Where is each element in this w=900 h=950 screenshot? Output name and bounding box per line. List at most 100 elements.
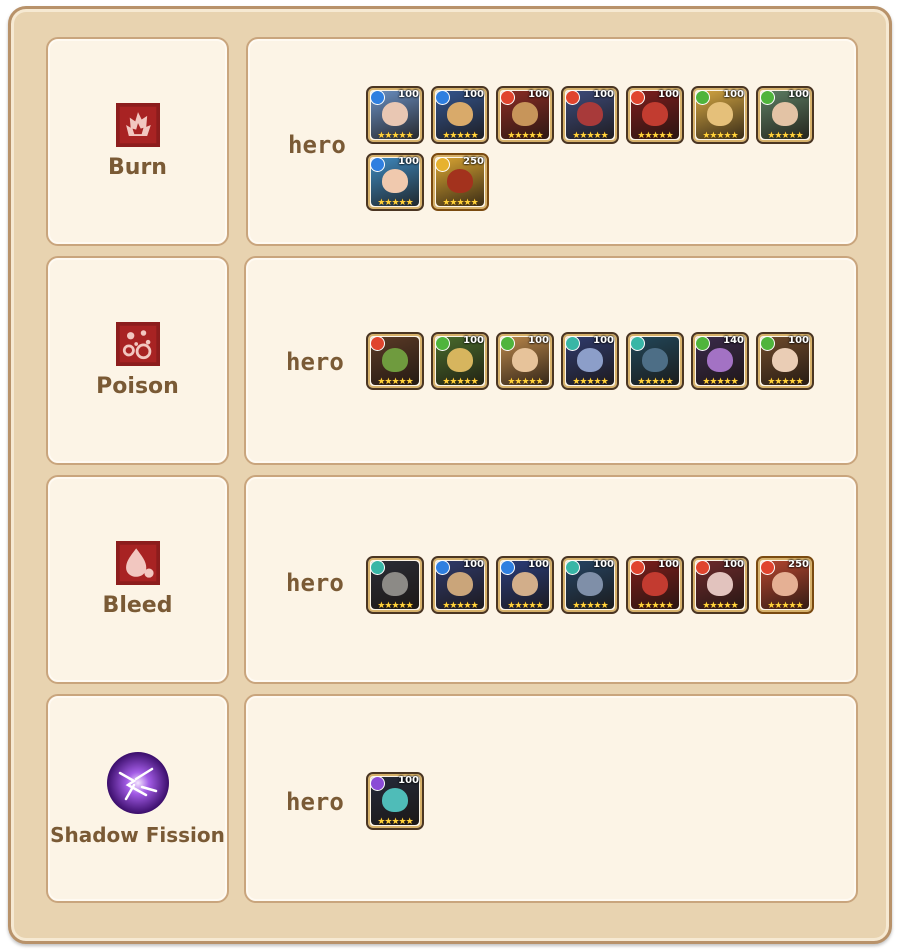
fire-element-icon — [370, 336, 385, 351]
hero-face — [382, 788, 408, 812]
hero-face — [772, 348, 798, 372]
fire-element-icon — [565, 90, 580, 105]
nature-element-icon — [695, 336, 710, 351]
hero-title: hero — [286, 348, 344, 376]
hero-icon[interactable]: 100 ★★★★★ — [366, 772, 424, 830]
status-cell-burn: Burn — [46, 37, 229, 246]
hero-face — [642, 102, 668, 126]
shadow-fission-icon — [106, 751, 169, 814]
star-rating: ★★★★★ — [702, 377, 738, 387]
hero-icon[interactable]: 100 ★★★★★ — [431, 332, 489, 390]
hero-icon[interactable]: 100 ★★★★★ — [626, 556, 684, 614]
hero-icon[interactable]: 100 ★★★★★ — [431, 556, 489, 614]
hero-level: 140 — [723, 335, 744, 346]
hero-cell-poison: hero ★★★★★ 100 ★★★★★ 100 ★★★★★ 100 ★★★★★ ★★★★★ 1… — [244, 256, 858, 465]
hero-level: 100 — [593, 335, 614, 346]
hero-icon[interactable]: 100 ★★★★★ — [496, 332, 554, 390]
star-rating: ★★★★★ — [702, 601, 738, 611]
star-rating: ★★★★★ — [377, 377, 413, 387]
star-rating: ★★★★★ — [377, 601, 413, 611]
star-rating: ★★★★★ — [442, 377, 478, 387]
hero-face — [577, 102, 603, 126]
hero-icon[interactable]: ★★★★★ — [366, 556, 424, 614]
hero-level: 100 — [528, 89, 549, 100]
hero-icon[interactable]: 100 ★★★★★ — [366, 153, 424, 211]
star-rating: ★★★★★ — [507, 601, 543, 611]
hero-icon[interactable]: 100 ★★★★★ — [366, 86, 424, 144]
hero-title: hero — [288, 131, 346, 159]
hero-level: 100 — [723, 89, 744, 100]
water-element-icon — [500, 560, 515, 575]
hero-icon[interactable]: 100 ★★★★★ — [756, 86, 814, 144]
status-cell-poison: Poison — [46, 256, 229, 465]
poison-icon — [115, 322, 160, 366]
hero-icon[interactable]: 100 ★★★★★ — [561, 332, 619, 390]
hero-icon[interactable]: 100 ★★★★★ — [561, 556, 619, 614]
hero-icon[interactable]: 100 ★★★★★ — [756, 332, 814, 390]
hero-icon[interactable]: ★★★★★ — [626, 332, 684, 390]
fire-element-icon — [760, 560, 775, 575]
burn-icon — [115, 103, 160, 147]
hero-icon[interactable]: 100 ★★★★★ — [496, 86, 554, 144]
hero-icon[interactable]: 100 ★★★★★ — [691, 86, 749, 144]
hero-level: 100 — [528, 559, 549, 570]
fire-element-icon — [695, 560, 710, 575]
hero-icon[interactable]: 100 ★★★★★ — [691, 556, 749, 614]
star-rating: ★★★★★ — [767, 377, 803, 387]
hero-icon[interactable]: 100 ★★★★★ — [626, 86, 684, 144]
hero-face — [707, 572, 733, 596]
hero-icon[interactable]: 100 ★★★★★ — [561, 86, 619, 144]
hero-face — [447, 169, 473, 193]
hero-face — [512, 102, 538, 126]
status-cell-bleed: Bleed — [46, 475, 229, 684]
hero-level: 100 — [398, 156, 419, 167]
hero-level: 100 — [788, 335, 809, 346]
hero-face — [577, 348, 603, 372]
star-rating: ★★★★★ — [377, 198, 413, 208]
hero-face — [772, 572, 798, 596]
hero-cell-bleed: hero ★★★★★ 100 ★★★★★ 100 ★★★★★ 100 ★★★★★ 100 ★★★… — [244, 475, 858, 684]
hero-level: 100 — [463, 335, 484, 346]
hero-icon[interactable]: 250 ★★★★★ — [431, 153, 489, 211]
star-rating: ★★★★★ — [767, 131, 803, 141]
fire-element-icon — [630, 90, 645, 105]
hero-icon[interactable]: ★★★★★ — [366, 332, 424, 390]
dark-element-icon — [370, 560, 385, 575]
hero-icon[interactable]: 100 ★★★★★ — [496, 556, 554, 614]
hero-face — [447, 348, 473, 372]
hero-level: 250 — [463, 156, 484, 167]
hero-title: hero — [286, 788, 344, 816]
star-rating: ★★★★★ — [377, 131, 413, 141]
status-label: Poison — [96, 374, 179, 399]
star-rating: ★★★★★ — [572, 131, 608, 141]
hero-level: 100 — [658, 559, 679, 570]
hero-level: 100 — [723, 559, 744, 570]
hero-level: 100 — [658, 89, 679, 100]
hero-icon[interactable]: 250 ★★★★★ — [756, 556, 814, 614]
hero-cell-shadow-fission: hero 100 ★★★★★ — [244, 694, 858, 903]
hero-level: 100 — [463, 89, 484, 100]
hero-level: 100 — [593, 559, 614, 570]
star-rating: ★★★★★ — [442, 601, 478, 611]
nature-element-icon — [760, 90, 775, 105]
water-element-icon — [435, 560, 450, 575]
hero-face — [447, 102, 473, 126]
nature-element-icon — [435, 336, 450, 351]
status-label: Burn — [108, 155, 167, 180]
hero-level: 100 — [463, 559, 484, 570]
star-rating: ★★★★★ — [637, 601, 673, 611]
bleed-icon — [115, 541, 160, 585]
hero-face — [642, 348, 668, 372]
hero-level: 250 — [788, 559, 809, 570]
hero-title: hero — [286, 569, 344, 597]
hero-face — [707, 348, 733, 372]
star-rating: ★★★★★ — [572, 601, 608, 611]
hero-face — [707, 102, 733, 126]
light-element-icon — [435, 157, 450, 172]
hero-level: 100 — [788, 89, 809, 100]
dark-element-icon — [565, 560, 580, 575]
hero-icon[interactable]: 100 ★★★★★ — [431, 86, 489, 144]
void-element-icon — [370, 776, 385, 791]
hero-face — [642, 572, 668, 596]
hero-icon[interactable]: 140 ★★★★★ — [691, 332, 749, 390]
